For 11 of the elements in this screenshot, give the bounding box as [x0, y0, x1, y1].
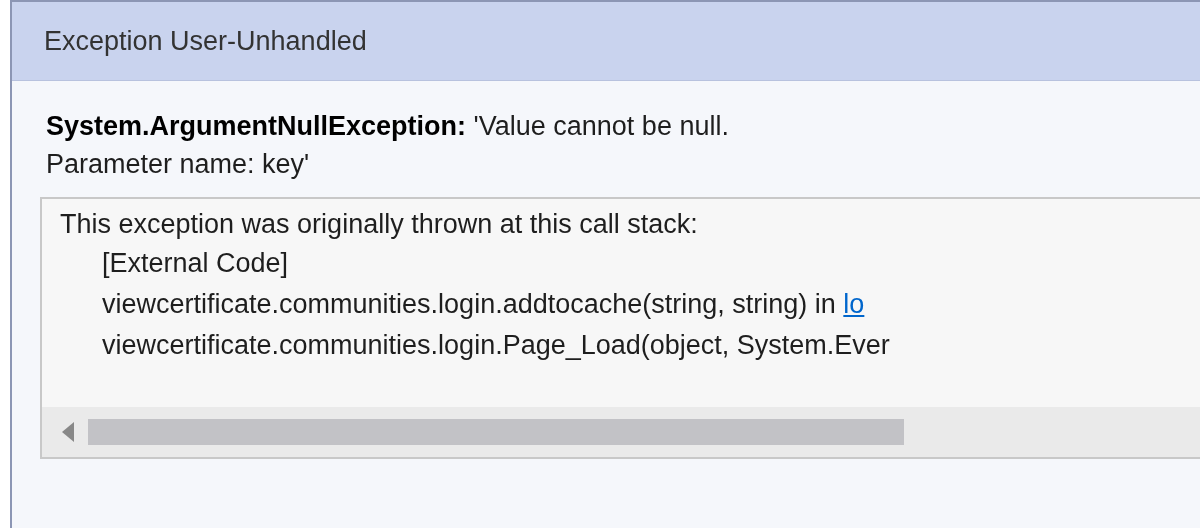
- exception-message: System.ArgumentNullException: 'Value cannot be null.: [46, 110, 730, 143]
- scrollbar-thumb[interactable]: [88, 419, 904, 445]
- horizontal-scrollbar[interactable]: [42, 407, 1200, 457]
- scroll-left-arrow-icon[interactable]: [62, 422, 74, 442]
- call-stack-heading: This exception was originally thrown at this call stack:: [60, 208, 699, 241]
- call-stack-frame: viewcertificate.communities.login.Page_Load(object, System.Ever: [102, 325, 890, 366]
- call-stack-frame: viewcertificate.communities.login.addtocache(string, string) in: [102, 284, 844, 325]
- dialog-title: Exception User-Unhandled: [44, 25, 367, 57]
- call-stack-frame: [External Code]: [102, 243, 289, 284]
- exception-detail: Parameter name: key': [46, 148, 311, 181]
- source-file-link[interactable]: lo: [843, 284, 865, 325]
